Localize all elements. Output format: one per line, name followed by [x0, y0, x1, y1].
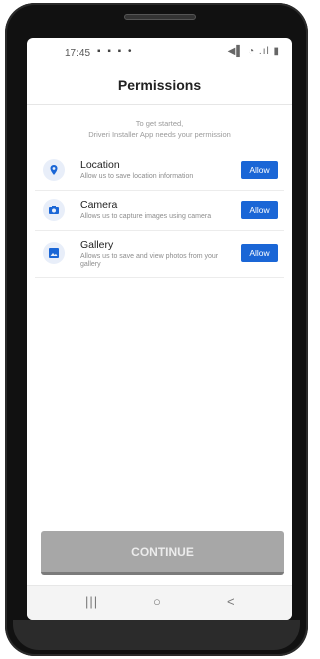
allow-location-button[interactable]: Allow [241, 161, 278, 179]
recents-icon[interactable]: ||| [85, 594, 98, 609]
back-icon[interactable]: < [227, 594, 235, 609]
permission-description: Allows us to capture images using camera [80, 213, 212, 220]
permission-title: Camera [80, 199, 118, 211]
permission-description: Allow us to save location information [80, 173, 194, 180]
permission-title: Location [80, 159, 120, 171]
allow-gallery-button[interactable]: Allow [241, 244, 278, 262]
permission-list: Location Allow us to save location infor… [35, 151, 284, 278]
gallery-icon [43, 242, 65, 264]
permission-row-camera: Camera Allows us to capture images using… [35, 191, 284, 231]
system-navigation-bar: ||| ○ < [27, 585, 292, 620]
permission-row-gallery: Gallery Allows us to save and view photo… [35, 231, 284, 278]
permission-row-location: Location Allow us to save location infor… [35, 151, 284, 191]
location-pin-icon [43, 159, 65, 181]
continue-button[interactable]: CONTINUE [41, 531, 284, 575]
intro-line-1: To get started, [135, 119, 184, 128]
permission-description: Allows us to save and view photos from y… [80, 253, 219, 268]
phone-chin [13, 620, 300, 650]
intro-text: To get started, Driveri Installer App ne… [27, 118, 292, 140]
app-header: Permissions [27, 68, 292, 105]
app-screen: 17:45 ▪ ▪ ▪ • ◀▌ ◔ .ıl ▮ Permissions To … [27, 38, 292, 620]
notification-icons: ▪ ▪ ▪ • [97, 46, 134, 57]
intro-line-2: Driveri Installer App needs your permiss… [88, 130, 231, 139]
permission-title: Gallery [80, 239, 114, 251]
camera-icon [43, 199, 65, 221]
status-time: 17:45 [65, 48, 91, 59]
status-bar: 17:45 ▪ ▪ ▪ • ◀▌ ◔ .ıl ▮ [27, 38, 292, 68]
home-icon[interactable]: ○ [153, 594, 161, 609]
earpiece-speaker [124, 14, 196, 20]
allow-camera-button[interactable]: Allow [241, 201, 278, 219]
page-title: Permissions [117, 77, 202, 93]
system-status-icons: ◀▌ ◔ .ıl ▮ [227, 46, 280, 57]
